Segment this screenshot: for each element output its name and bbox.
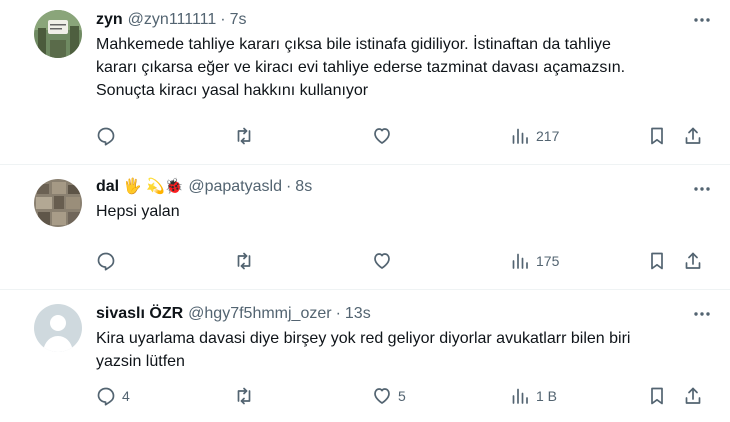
name-emoji: 🖐 💫🐞 — [123, 178, 184, 195]
reply-icon — [97, 127, 115, 146]
tweet[interactable]: sivaslı ÖZR @hgy7f5hmmj_ozer · 13s Kira … — [0, 290, 730, 422]
repost-icon — [237, 252, 251, 270]
tweet-header: zyn @zyn111111 · 7s — [96, 10, 718, 30]
bookmark-icon — [651, 252, 663, 270]
more-icon[interactable] — [692, 179, 712, 199]
views-count: 217 — [536, 128, 560, 144]
bookmark-icon — [651, 127, 663, 145]
share-icon — [685, 127, 701, 144]
heart-icon — [374, 128, 390, 144]
tweet-text-line: Sonuçta kiracı yasal hakkını kullanıyor — [96, 82, 369, 99]
display-name[interactable]: dal — [96, 177, 119, 197]
tweet-text-line: yazsin lütfen — [96, 353, 185, 370]
share-button[interactable] — [683, 251, 703, 271]
like-button[interactable] — [372, 251, 398, 271]
reply-icon — [97, 252, 115, 271]
separator-dot: · — [335, 305, 341, 322]
share-button[interactable] — [683, 386, 703, 406]
heart-icon — [374, 388, 390, 404]
repost-button[interactable] — [234, 126, 260, 146]
reply-count: 4 — [122, 388, 130, 404]
user-handle[interactable]: @papatyasld — [188, 177, 282, 197]
default-avatar-icon — [34, 304, 82, 352]
tweet-header: sivaslı ÖZR @hgy7f5hmmj_ozer · 13s — [96, 304, 718, 324]
reply-button[interactable] — [96, 126, 122, 146]
bookmark-icon — [651, 387, 663, 405]
tweet[interactable]: dal 🖐 💫🐞 @papatyasld · 8s Hepsi yalan 17… — [0, 165, 730, 290]
like-count: 5 — [398, 388, 406, 404]
reply-icon — [97, 387, 115, 406]
views-button[interactable]: 1 B — [510, 386, 557, 406]
separator-dot: · — [220, 11, 226, 28]
views-count: 175 — [536, 253, 560, 269]
avatar-image — [34, 179, 82, 227]
repost-button[interactable] — [234, 251, 260, 271]
display-name[interactable]: zyn — [96, 10, 123, 30]
heart-icon — [374, 253, 390, 269]
tweet-text-line: Kira uyarlama davasi diye birşey yok red… — [96, 330, 631, 347]
more-icon[interactable] — [692, 304, 712, 324]
user-handle[interactable]: @zyn111111 — [128, 10, 217, 30]
more-icon[interactable] — [692, 10, 712, 30]
repost-icon — [237, 387, 251, 405]
timestamp[interactable]: 13s — [345, 304, 371, 324]
display-name[interactable]: sivaslı ÖZR — [96, 304, 183, 324]
tweet-text-line: kararı çıkarsa eğer ve kiracı evi tahliy… — [96, 59, 626, 76]
tweet-text-line: Mahkemede tahliye kararı çıksa bile isti… — [96, 36, 611, 53]
share-icon — [685, 387, 701, 404]
avatar[interactable] — [34, 304, 82, 352]
repost-icon — [237, 127, 251, 145]
tweet-actions: 217 — [0, 126, 730, 148]
tweet-actions: 175 — [0, 251, 730, 273]
views-button[interactable]: 217 — [510, 126, 559, 146]
views-button[interactable]: 175 — [510, 251, 559, 271]
share-icon — [685, 252, 701, 269]
tweet-text-line: Hepsi yalan — [96, 203, 180, 220]
views-icon — [512, 128, 528, 144]
views-icon — [512, 388, 528, 404]
avatar[interactable] — [34, 179, 82, 227]
share-button[interactable] — [683, 126, 703, 146]
timestamp[interactable]: 7s — [230, 10, 247, 30]
like-button[interactable] — [372, 126, 398, 146]
avatar[interactable] — [34, 10, 82, 58]
like-button[interactable]: 5 — [372, 386, 406, 406]
tweet-actions: 4 5 1 B — [0, 386, 730, 408]
views-count: 1 B — [536, 388, 558, 404]
user-handle[interactable]: @hgy7f5hmmj_ozer — [188, 304, 331, 324]
tweet[interactable]: zyn @zyn111111 · 7s Mahkemede tahliye ka… — [0, 0, 730, 165]
bookmark-button[interactable] — [647, 386, 667, 406]
repost-button[interactable] — [234, 386, 260, 406]
separator-dot: · — [285, 178, 292, 195]
bookmark-button[interactable] — [647, 126, 667, 146]
reply-button[interactable] — [96, 251, 122, 271]
tweet-header: dal 🖐 💫🐞 @papatyasld · 8s — [96, 177, 718, 197]
avatar-image — [34, 10, 82, 58]
views-icon — [512, 253, 528, 269]
tweet-text: Hepsi yalan — [96, 200, 718, 223]
tweet-text: Mahkemede tahliye kararı çıksa bile isti… — [96, 33, 718, 102]
bookmark-button[interactable] — [647, 251, 667, 271]
timestamp[interactable]: 8s — [295, 177, 312, 197]
reply-button[interactable]: 4 — [96, 386, 130, 406]
tweet-text: Kira uyarlama davasi diye birşey yok red… — [96, 327, 718, 373]
